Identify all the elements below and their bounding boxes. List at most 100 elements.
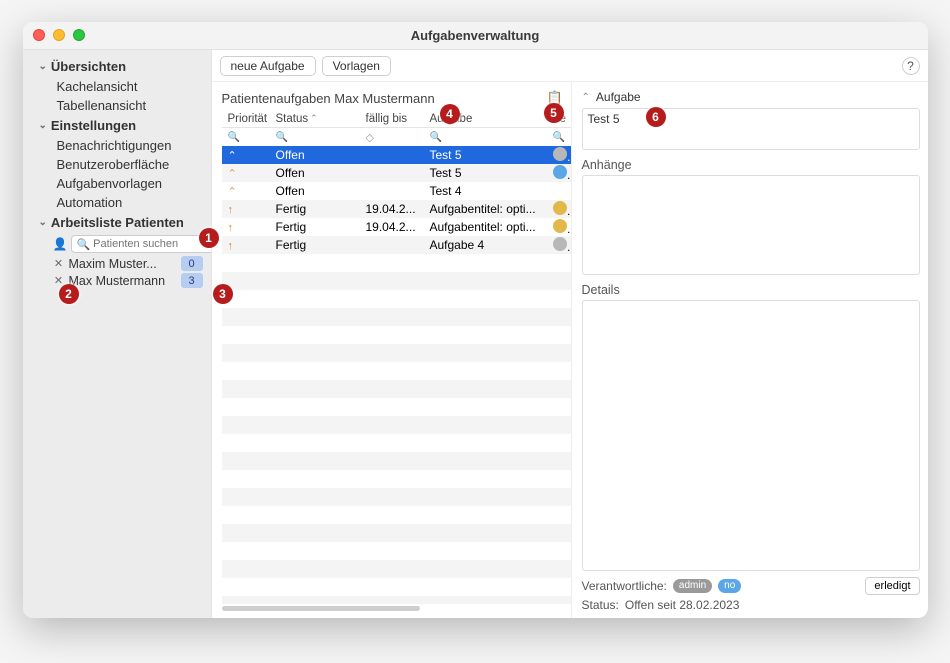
filter-due[interactable]: ◇: [360, 131, 424, 144]
sidebar-item-ui[interactable]: Benutzeroberfläche: [23, 155, 211, 174]
details-box[interactable]: [582, 300, 920, 571]
sidebar-search-row: 👤 🔍: [53, 235, 203, 253]
cell-priority: ⌃: [222, 166, 270, 180]
table-row-empty: [222, 272, 571, 290]
sidebar-item-templates[interactable]: Aufgabenvorlagen: [23, 174, 211, 193]
cell-task: Aufgabentitel: opti...: [424, 220, 547, 234]
table-header: Priorität Status⌃ fällig bis Aufgabe Ve: [222, 110, 571, 128]
annotation-3: 3: [213, 284, 233, 304]
cell-task: Aufgabentitel: opti...: [424, 202, 547, 216]
cell-task: Test 5: [424, 166, 547, 180]
window-title: Aufgabenverwaltung: [411, 28, 540, 43]
avatar: [553, 237, 567, 251]
close-icon[interactable]: [33, 29, 45, 41]
avatar: [553, 147, 567, 161]
sidebar-item-tileview[interactable]: Kachelansicht: [23, 77, 211, 96]
fullscreen-icon[interactable]: [73, 29, 85, 41]
table-row[interactable]: ↑Fertig19.04.2...Aufgabentitel: opti...: [222, 200, 571, 218]
search-icon: 🔍: [76, 238, 90, 251]
toolbar: neue Aufgabe Vorlagen ?: [212, 50, 928, 82]
col-due[interactable]: fällig bis: [360, 113, 424, 125]
attachments-box[interactable]: [582, 175, 920, 275]
table-row-empty: [222, 524, 571, 542]
chevron-down-icon: ⌄: [39, 61, 47, 72]
sidebar-section-overviews[interactable]: ⌄ Übersichten: [23, 56, 211, 77]
sidebar-item-notifications[interactable]: Benachrichtigungen: [23, 136, 211, 155]
table-row-empty: [222, 398, 571, 416]
count-badge: 3: [181, 273, 203, 288]
search-icon: 🔍: [553, 132, 565, 143]
filter-priority[interactable]: 🔍: [222, 132, 270, 143]
patient-name: Max Mustermann: [69, 274, 177, 288]
sidebar-patient-0[interactable]: ✕ Maxim Muster... 0: [23, 255, 211, 272]
sidebar-item-tableview[interactable]: Tabellenansicht: [23, 96, 211, 115]
remove-icon[interactable]: ✕: [53, 257, 65, 270]
sidebar-item-automation[interactable]: Automation: [23, 193, 211, 212]
annotation-2: 2: [59, 284, 79, 304]
sidebar: ⌄ Übersichten Kachelansicht Tabellenansi…: [23, 50, 211, 618]
cell-task: Test 5: [424, 148, 547, 162]
table-filters: 🔍 🔍 ◇ 🔍 🔍: [222, 128, 571, 146]
filter-task[interactable]: 🔍: [424, 132, 547, 143]
responsible-admin-pill[interactable]: admin: [673, 579, 712, 593]
table-row-empty: [222, 560, 571, 578]
patient-search-wrap[interactable]: 🔍: [71, 235, 210, 253]
cell-status: Fertig: [270, 238, 360, 252]
annotation-6: 6: [646, 107, 666, 127]
cell-resp: [547, 147, 571, 164]
col-status[interactable]: Status⌃: [270, 113, 360, 125]
table-row-empty: [222, 380, 571, 398]
cell-task: Test 4: [424, 184, 547, 198]
filter-status[interactable]: 🔍: [270, 132, 360, 143]
table-row[interactable]: ⌃OffenTest 5: [222, 146, 571, 164]
table-row-empty: [222, 434, 571, 452]
table-row[interactable]: ↑FertigAufgabe 4: [222, 236, 571, 254]
search-icon: 🔍: [276, 132, 288, 143]
table-row[interactable]: ⌃ Offen Test 5: [222, 164, 571, 182]
table-row-empty: [222, 344, 571, 362]
priority-icon: ⌃: [228, 150, 237, 162]
sort-asc-icon: ⌃: [310, 113, 318, 124]
table-row-empty: [222, 308, 571, 326]
priority-icon: ↑: [228, 240, 234, 252]
cell-status: Offen: [270, 166, 360, 180]
cell-status: Fertig: [270, 202, 360, 216]
filter-resp[interactable]: 🔍: [547, 132, 571, 143]
sidebar-patient-1[interactable]: ✕ Max Mustermann 3: [23, 272, 211, 289]
sidebar-section-worklist[interactable]: ⌄ Arbeitsliste Patienten: [23, 212, 211, 233]
table-row-empty: [222, 506, 571, 524]
chevron-down-icon: ⌄: [39, 217, 47, 228]
cell-resp: [547, 165, 571, 182]
add-person-icon[interactable]: 👤: [53, 237, 68, 251]
task-title-box[interactable]: Test 5: [582, 108, 920, 150]
responsible-no-pill[interactable]: no: [718, 579, 741, 593]
task-list-pane: Patientenaufgaben Max Mustermann 📋 Prior…: [212, 82, 572, 618]
table-row-empty: [222, 254, 571, 272]
detail-pane: ⌃ Aufgabe Test 5 Anhänge Details Verantw…: [572, 82, 928, 618]
priority-icon: ↑: [228, 204, 234, 216]
help-button[interactable]: ?: [902, 57, 920, 75]
sidebar-section-settings[interactable]: ⌄ Einstellungen: [23, 115, 211, 136]
table-body: ⌃OffenTest 5⌃OffenTest 5⌃OffenTest 4↑Fer…: [222, 146, 571, 604]
priority-icon: ⌃: [228, 168, 237, 180]
dropdown-icon: ◇: [366, 131, 374, 144]
patient-search-input[interactable]: [93, 238, 210, 250]
col-priority[interactable]: Priorität: [222, 113, 270, 125]
templates-button[interactable]: Vorlagen: [322, 56, 391, 76]
task-title: Test 5: [588, 112, 620, 126]
table-row[interactable]: ⌃OffenTest 4: [222, 182, 571, 200]
annotation-4: 4: [440, 104, 460, 124]
cell-priority: ⌃: [222, 184, 270, 198]
table-row-empty: [222, 488, 571, 506]
horizontal-scrollbar[interactable]: [222, 606, 565, 612]
done-button[interactable]: erledigt: [865, 577, 919, 595]
table-row[interactable]: ↑Fertig19.04.2...Aufgabentitel: opti...: [222, 218, 571, 236]
table-row-empty: [222, 596, 571, 604]
cell-resp: [547, 201, 571, 218]
responsible-label: Verantwortliche:: [582, 579, 667, 593]
chevron-icon[interactable]: ⌃: [582, 92, 590, 103]
priority-icon: ⌃: [228, 186, 237, 198]
new-task-button[interactable]: neue Aufgabe: [220, 56, 316, 76]
table-row-empty: [222, 326, 571, 344]
minimize-icon[interactable]: [53, 29, 65, 41]
